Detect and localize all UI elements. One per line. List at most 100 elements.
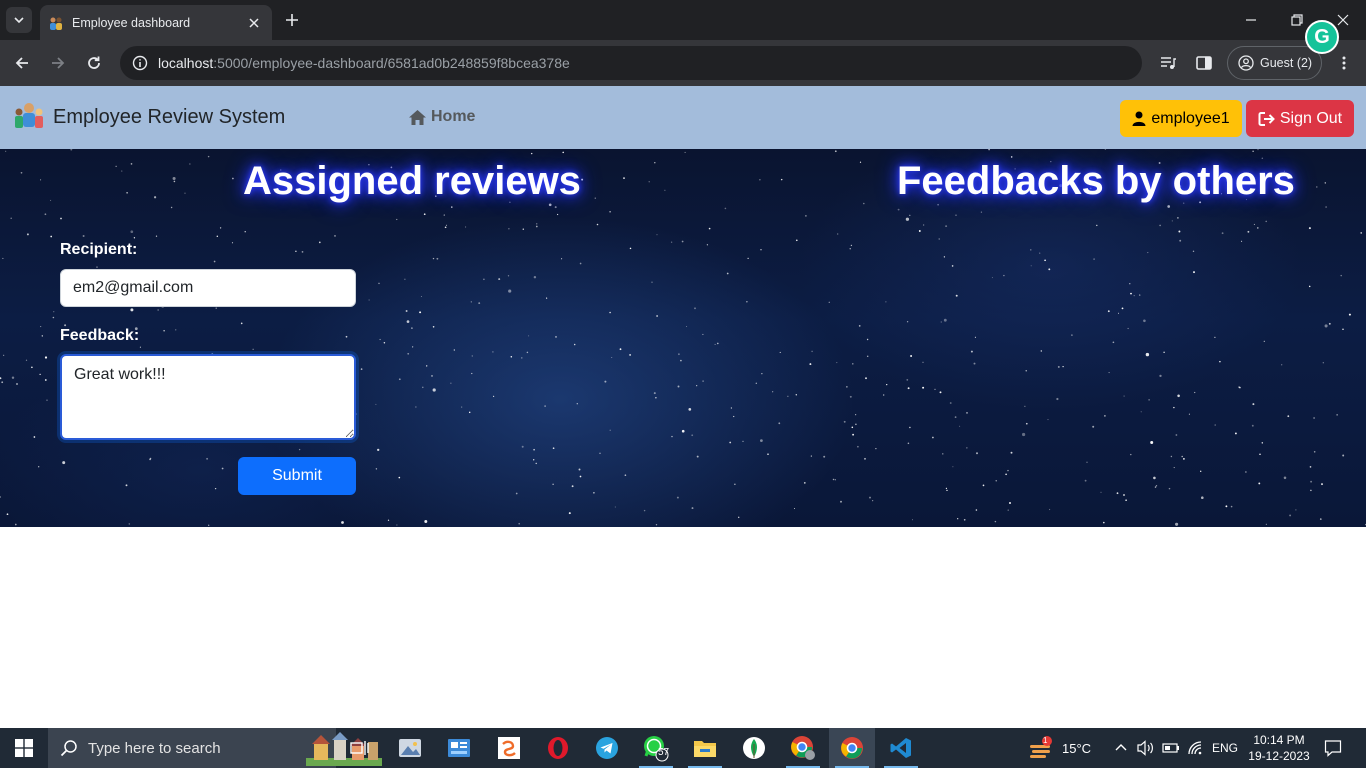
profile-button[interactable]: Guest (2) — [1227, 46, 1322, 80]
star — [1150, 441, 1154, 444]
star — [656, 315, 658, 317]
star — [909, 426, 911, 429]
star — [510, 355, 513, 358]
search-icon — [60, 740, 77, 757]
star — [31, 366, 33, 369]
language-indicator[interactable]: ENG — [1212, 728, 1238, 768]
home-link[interactable]: Home — [408, 108, 475, 126]
star — [1025, 422, 1028, 425]
star — [432, 388, 436, 392]
star — [62, 461, 66, 465]
editor-app-icon — [498, 737, 520, 759]
web-page: Employee Review System Home employee1 Si… — [0, 86, 1366, 728]
star — [1193, 271, 1195, 274]
taskbar-app-opera[interactable] — [535, 728, 581, 768]
sign-out-button[interactable]: Sign Out — [1246, 100, 1354, 137]
brand[interactable]: Employee Review System — [12, 100, 285, 134]
notification-center-button[interactable] — [1324, 728, 1342, 768]
star — [3, 354, 5, 356]
starfield-background — [0, 149, 1366, 526]
star — [375, 468, 378, 470]
minimize-button[interactable] — [1241, 10, 1261, 30]
star — [33, 436, 36, 438]
recipient-input[interactable] — [60, 269, 356, 307]
reload-button[interactable] — [82, 51, 106, 75]
star — [604, 380, 607, 383]
forward-button[interactable] — [46, 51, 70, 75]
star — [498, 278, 501, 281]
browser-tab[interactable]: Employee dashboard — [40, 5, 272, 40]
mongodb-icon — [743, 737, 765, 759]
feedback-textarea[interactable]: Great work!!! — [60, 354, 356, 440]
star — [1071, 334, 1073, 336]
taskbar-app-chrome[interactable] — [829, 728, 875, 768]
star — [1056, 397, 1059, 401]
star — [295, 250, 297, 253]
tab-search-button[interactable] — [6, 7, 32, 33]
side-panel-button[interactable] — [1192, 51, 1216, 75]
taskbar-app-mongodb[interactable] — [731, 728, 777, 768]
star — [1316, 186, 1318, 188]
new-tab-button[interactable] — [282, 10, 302, 30]
star — [424, 520, 428, 523]
site-info-icon[interactable] — [130, 53, 150, 73]
star — [1047, 419, 1049, 421]
star — [1342, 328, 1344, 330]
task-view-button[interactable] — [337, 728, 383, 768]
close-icon — [1337, 14, 1349, 26]
star — [951, 265, 954, 267]
address-bar[interactable]: localhost:5000/employee-dashboard/6581ad… — [120, 46, 1142, 80]
star — [654, 161, 656, 164]
taskbar-app-whatsapp[interactable]: 57 — [633, 728, 679, 768]
start-button[interactable] — [0, 728, 48, 768]
taskbar-app-file-explorer[interactable] — [682, 728, 728, 768]
star — [1108, 372, 1110, 374]
star — [1289, 514, 1292, 517]
back-button[interactable] — [10, 51, 34, 75]
taskbar-search[interactable]: Type here to search — [48, 728, 382, 768]
taskbar-app-vscode[interactable] — [878, 728, 924, 768]
star — [1247, 230, 1250, 233]
taskbar-app-chrome-profile[interactable] — [780, 728, 826, 768]
taskbar-app-telegram[interactable] — [584, 728, 630, 768]
submit-button[interactable]: Submit — [238, 457, 356, 495]
browser-menu-button[interactable] — [1332, 51, 1356, 75]
star — [609, 429, 611, 431]
star — [16, 383, 18, 385]
taskbar-app-control-panel[interactable] — [436, 728, 482, 768]
star — [959, 425, 961, 427]
star — [1259, 453, 1261, 455]
star — [1256, 227, 1259, 229]
user-profile-button[interactable]: employee1 — [1120, 100, 1242, 137]
network-button[interactable] — [1187, 728, 1205, 768]
star — [918, 230, 921, 232]
star — [1007, 509, 1009, 511]
star — [334, 235, 336, 237]
star — [533, 459, 535, 461]
team-favicon-icon — [50, 17, 62, 30]
taskbar-app-photos[interactable] — [387, 728, 433, 768]
star — [561, 258, 563, 260]
star — [906, 321, 909, 323]
star — [772, 391, 774, 393]
volume-button[interactable] — [1137, 728, 1155, 768]
grammarly-icon[interactable]: G — [1305, 20, 1339, 54]
restore-icon — [1291, 14, 1303, 26]
taskbar-clock[interactable]: 10:14 PM 19-12-2023 — [1246, 732, 1312, 764]
restore-button[interactable] — [1287, 10, 1307, 30]
star — [1245, 471, 1247, 473]
weather-widget[interactable]: 1 15°C — [1028, 728, 1091, 768]
show-hidden-icons-button[interactable] — [1114, 728, 1128, 768]
grammarly-letter: G — [1314, 25, 1330, 48]
battery-button[interactable] — [1162, 728, 1180, 768]
close-tab-icon[interactable] — [246, 15, 262, 31]
star — [1308, 285, 1311, 288]
star — [379, 338, 381, 341]
star — [945, 487, 948, 490]
photo-app-icon — [399, 739, 421, 757]
star — [184, 192, 186, 194]
star — [1183, 458, 1185, 460]
taskbar-app-sublime[interactable] — [486, 728, 532, 768]
media-control-button[interactable] — [1156, 51, 1180, 75]
star — [453, 349, 455, 351]
